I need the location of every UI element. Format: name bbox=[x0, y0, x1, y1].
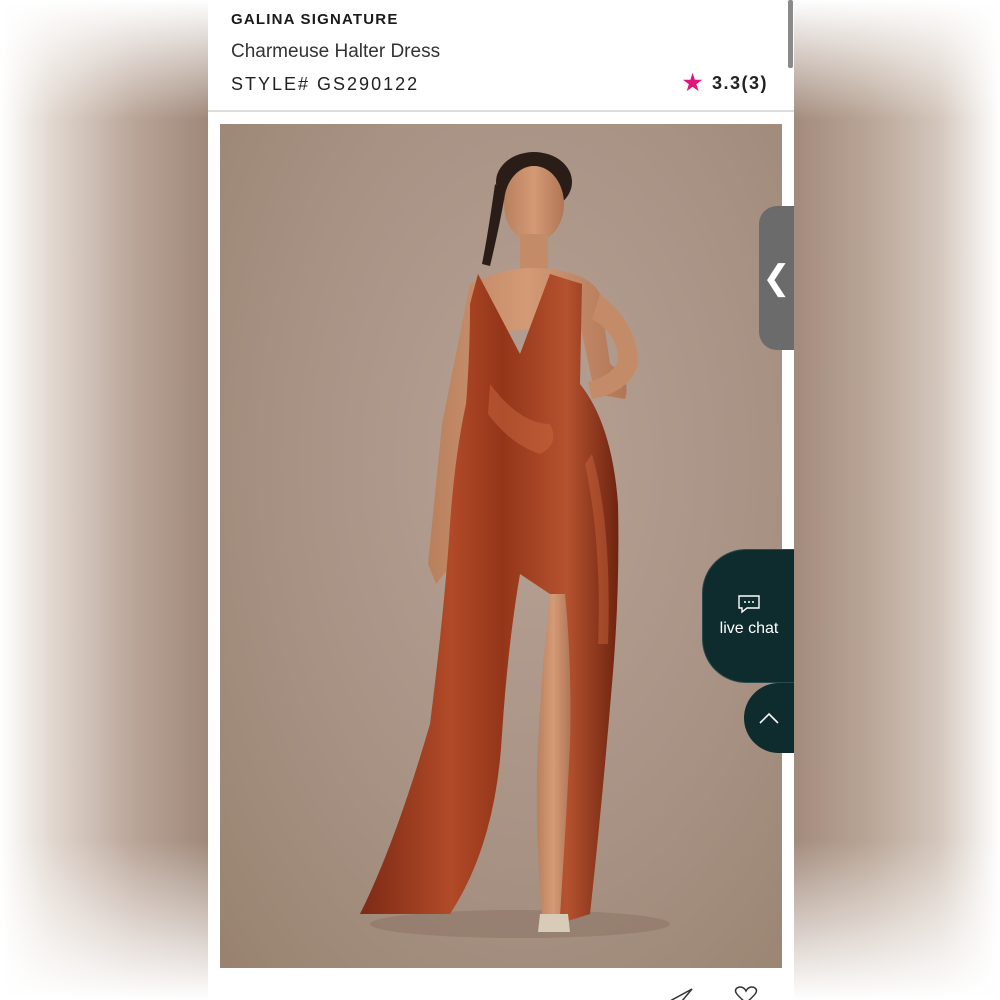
heart-icon[interactable] bbox=[729, 985, 763, 1000]
brand-name[interactable]: GALINA SIGNATURE bbox=[231, 11, 399, 28]
product-page: GALINA SIGNATURE Charmeuse Halter Dress … bbox=[208, 0, 794, 1000]
product-title: Charmeuse Halter Dress bbox=[231, 41, 441, 62]
side-panel-tab[interactable]: ❮ bbox=[759, 206, 794, 350]
live-chat-label: live chat bbox=[719, 620, 779, 637]
style-number: STYLE# GS290122 bbox=[231, 74, 420, 94]
product-rating[interactable]: ★ 3.3(3) bbox=[683, 72, 768, 94]
chevron-left-icon: ❮ bbox=[762, 259, 791, 297]
live-chat-button[interactable]: live chat bbox=[702, 549, 794, 683]
star-icon: ★ bbox=[682, 70, 704, 95]
chat-bubble-icon bbox=[738, 595, 760, 614]
rating-value: 3.3(3) bbox=[711, 72, 768, 93]
divider bbox=[208, 110, 794, 112]
product-image[interactable] bbox=[220, 124, 782, 968]
action-icons bbox=[668, 985, 763, 1000]
chevron-up-icon bbox=[759, 712, 779, 724]
model-photo-illustration bbox=[360, 152, 670, 938]
scrollbar[interactable] bbox=[788, 0, 793, 68]
share-icon[interactable] bbox=[668, 985, 694, 1000]
